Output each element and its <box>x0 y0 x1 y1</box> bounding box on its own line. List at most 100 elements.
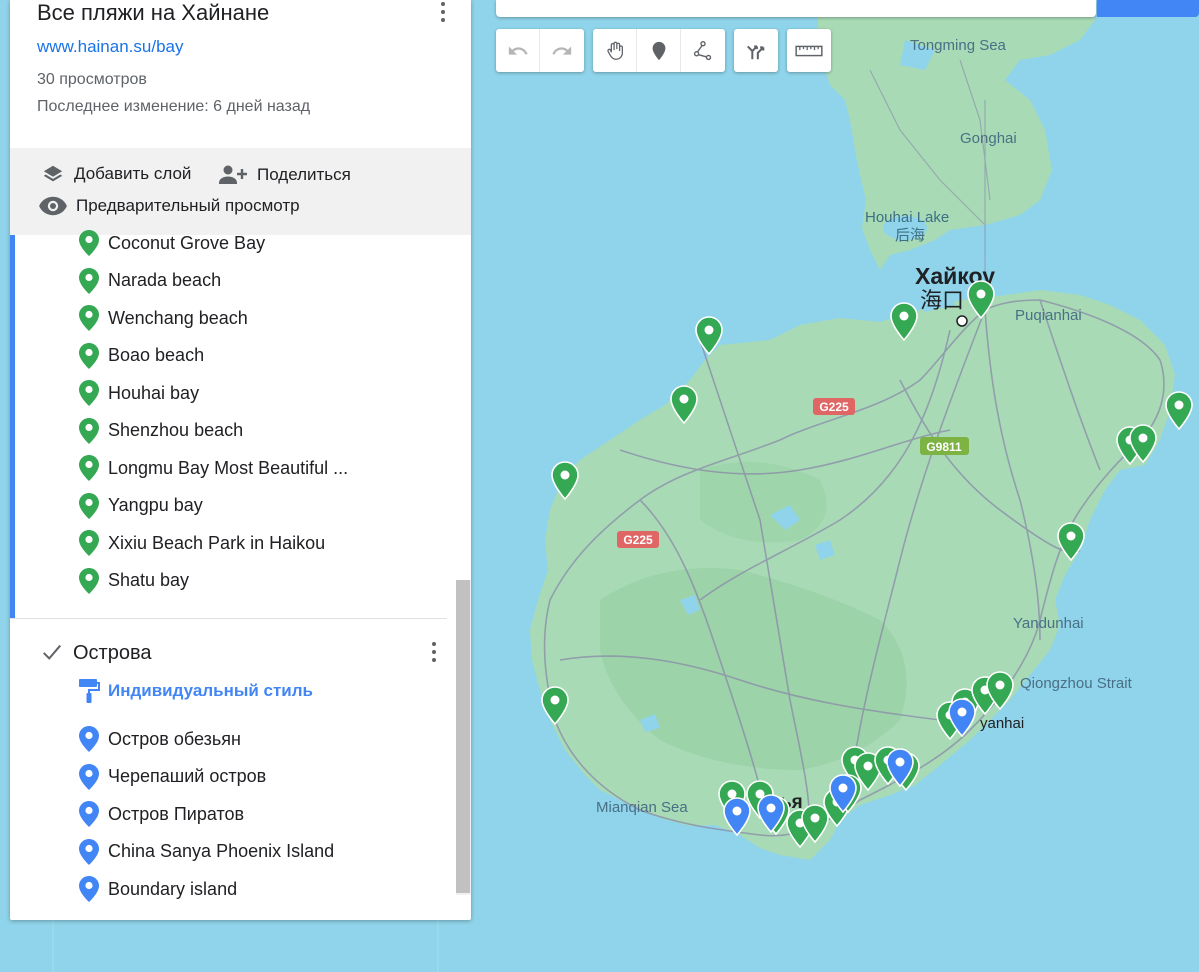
beach-item-label: Wenchang beach <box>108 307 248 328</box>
last-modified: Последнее изменение: 6 дней назад <box>37 98 311 115</box>
add-layer-button[interactable]: Добавить слой <box>40 163 191 185</box>
green-marker-icon <box>78 379 100 407</box>
directions-icon <box>747 44 765 59</box>
island-list-item[interactable]: China Sanya Phoenix Island <box>10 834 450 870</box>
share-label: Поделиться <box>257 165 351 184</box>
beach-list-item[interactable]: Longmu Bay Most Beautiful ... <box>10 450 450 486</box>
beach-item-label: Shatu bay <box>108 570 190 590</box>
islands-layer-options-icon[interactable] <box>424 640 444 664</box>
green-marker-icon <box>78 417 100 445</box>
label-yandunhai: Yandunhai <box>1013 615 1084 632</box>
green-marker-icon <box>78 454 100 482</box>
beach-list-item[interactable]: Shenzhou beach <box>10 413 450 449</box>
blue-marker-icon <box>78 763 100 791</box>
label-tongming-sea: Tongming Sea <box>910 37 1007 54</box>
beach-item-label: Shenzhou beach <box>108 420 244 440</box>
beach-item-label: Houhai bay <box>108 382 200 403</box>
map-options-menu-icon[interactable] <box>433 0 453 24</box>
island-list-item[interactable]: Остров Пиратов <box>10 796 450 832</box>
green-marker-icon <box>78 342 100 370</box>
individual-style-link[interactable]: Индивидуальный стиль <box>78 678 313 704</box>
ruler-icon <box>795 45 823 56</box>
label-houhai-lake: Houhai Lake <box>865 209 949 226</box>
preview-label: Предварительный просмотр <box>76 196 300 215</box>
panel-actions: Добавить слой Поделиться Предварительный… <box>10 148 471 235</box>
blue-marker-icon <box>78 800 100 828</box>
island-list-item[interactable]: Черепаший остров <box>10 759 450 795</box>
island-item-label: China Sanya Phoenix Island <box>108 841 335 861</box>
label-haikou-cn: 海口 <box>920 289 964 314</box>
beach-list-item[interactable]: Houhai bay <box>10 375 450 411</box>
blue-marker-icon <box>78 838 100 866</box>
view-count: 30 просмотров <box>37 71 147 88</box>
svg-text:G225: G225 <box>623 533 653 547</box>
add-layer-label: Добавить слой <box>74 164 192 183</box>
green-marker-icon <box>78 267 100 295</box>
share-button[interactable]: Поделиться <box>217 163 351 187</box>
directions-group <box>734 29 778 72</box>
person-add-icon <box>219 165 247 184</box>
directions-button[interactable] <box>734 29 778 72</box>
label-qiongzhou-strait: Qiongzhou Strait <box>1020 675 1133 692</box>
individual-style-label: Индивидуальный стиль <box>108 681 314 700</box>
measure-button[interactable] <box>787 29 831 72</box>
beach-list-item[interactable]: Yangpu bay <box>10 488 450 524</box>
map-title[interactable]: Все пляжи на Хайнане <box>37 0 269 26</box>
green-marker-icon <box>78 567 100 595</box>
preview-button[interactable]: Предварительный просмотр <box>38 195 300 217</box>
beach-list-item[interactable]: Boao beach <box>10 338 450 374</box>
islands-layer-checkbox[interactable] <box>41 641 63 663</box>
beach-list-item[interactable]: Shatu bay <box>10 563 450 599</box>
green-marker-icon <box>78 229 100 257</box>
island-item-label: Остров обезьян <box>108 728 241 749</box>
paint-roller-icon <box>79 679 100 703</box>
island-item-label: Черепаший остров <box>108 766 267 786</box>
label-houhai-lake-cn: 后海 <box>895 227 925 244</box>
beach-item-label: Narada beach <box>108 270 222 290</box>
beach-list-item[interactable]: Narada beach <box>10 263 450 299</box>
road-shield-g225-north: G225 <box>813 398 855 415</box>
islands-layer-title[interactable]: Острова <box>73 642 152 665</box>
beach-list-item[interactable]: Xixiu Beach Park in Haikou <box>10 525 450 561</box>
label-yanhai: yanhai <box>980 715 1024 732</box>
beach-item-label: Boao beach <box>108 345 205 365</box>
draw-line-icon <box>693 40 712 60</box>
green-marker-icon <box>78 529 100 557</box>
label-gonghai: Gonghai <box>960 130 1017 147</box>
map-description-link[interactable]: www.hainan.su/bay <box>37 37 183 57</box>
ruler-group <box>787 29 831 72</box>
beach-list-item[interactable]: Wenchang beach <box>10 300 450 336</box>
road-shield-g225-west: G225 <box>617 531 659 548</box>
label-mianqian-sea: Mianqian Sea <box>596 799 688 816</box>
beach-item-label: Xixiu Beach Park in Haikou <box>108 532 326 553</box>
undo-redo-group <box>496 29 584 72</box>
beach-list-item[interactable]: Coconut Grove Bay <box>10 225 450 261</box>
blue-marker-icon <box>78 725 100 753</box>
redo-icon <box>552 45 572 55</box>
undo-icon <box>508 45 528 55</box>
island-list-item[interactable]: Остров обезьян <box>10 721 450 757</box>
panel-header: Все пляжи на Хайнане www.hainan.su/bay 3… <box>10 0 471 148</box>
layer-divider <box>10 618 447 619</box>
label-puqianhai: Puqianhai <box>1015 307 1082 324</box>
redo-button[interactable] <box>540 29 584 72</box>
svg-text:G9811: G9811 <box>926 440 962 454</box>
green-marker-icon <box>78 492 100 520</box>
panel-scrollbar-thumb[interactable] <box>456 580 470 893</box>
layers-icon <box>43 165 63 182</box>
eye-icon <box>39 196 67 216</box>
beach-item-label: Longmu Bay Most Beautiful ... <box>108 457 349 478</box>
search-button[interactable] <box>1097 0 1199 17</box>
hand-tool-button[interactable] <box>593 29 637 72</box>
undo-button[interactable] <box>496 29 540 72</box>
green-marker-icon <box>78 304 100 332</box>
beach-item-label: Yangpu bay <box>108 495 203 515</box>
add-marker-button[interactable] <box>637 29 681 72</box>
marker-icon <box>652 41 665 60</box>
island-item-label: Остров Пиратов <box>108 803 245 824</box>
draw-line-button[interactable] <box>681 29 725 72</box>
hand-icon <box>606 41 623 60</box>
search-input[interactable] <box>496 0 1096 17</box>
island-list-item[interactable]: Boundary island <box>10 871 450 907</box>
draw-tools-group <box>593 29 725 72</box>
